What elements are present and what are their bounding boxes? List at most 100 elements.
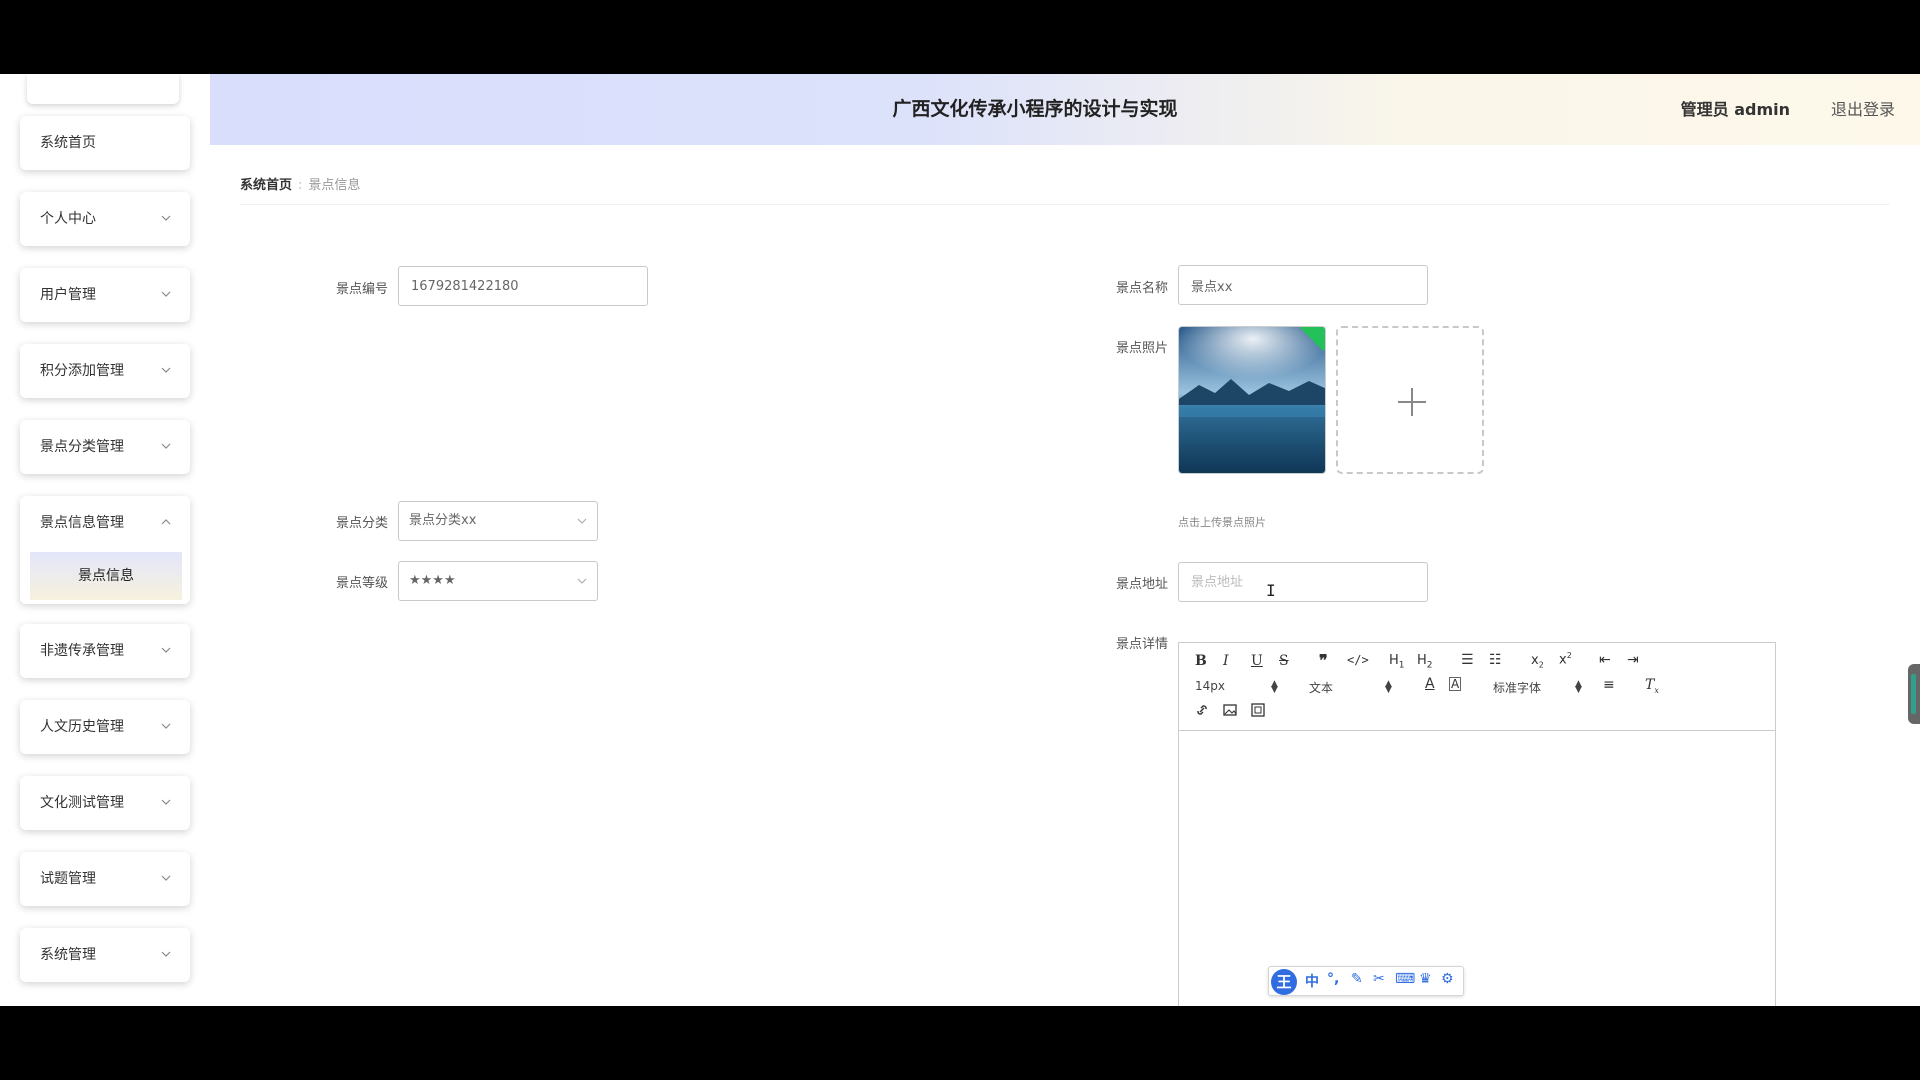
sidebar-item-personal-center[interactable]: 个人中心 — [20, 192, 190, 246]
chevron-down-icon — [161, 291, 171, 297]
strikethrough-icon[interactable]: S — [1279, 653, 1289, 669]
sidebar-item-heritage[interactable]: 非遗传承管理 — [20, 624, 190, 678]
ime-toolbar[interactable]: 王 中 °, ✎ ✂ ⌨ ♛ ⚙ — [1268, 966, 1464, 996]
submenu-item-scenic-info[interactable]: 景点信息 — [30, 552, 182, 600]
background-color-icon[interactable]: A — [1449, 677, 1462, 691]
sidebar-item-label: 景点信息管理 — [40, 515, 124, 531]
heading-1-icon[interactable]: H1 — [1389, 653, 1405, 671]
link-icon[interactable] — [1195, 703, 1209, 717]
sidebar-item-points-management[interactable]: 积分添加管理 — [20, 344, 190, 398]
keyboard-icon[interactable]: ⌨ — [1395, 971, 1415, 987]
scissors-icon[interactable]: ✂ — [1373, 971, 1385, 987]
sidebar-item-label: 景点分类管理 — [40, 439, 124, 455]
text-cursor-icon: I — [1266, 581, 1276, 600]
sidebar: 系统首页 个人中心 用户管理 积分添加管理 景点分类管理 景点信息管理 景点信息… — [0, 74, 210, 1006]
sidebar-item-label: 用户管理 — [40, 287, 96, 303]
sidebar-item-history[interactable]: 人文历史管理 — [20, 700, 190, 754]
blockquote-icon[interactable]: ❞ — [1319, 651, 1328, 670]
align-left-icon[interactable]: ≡ — [1603, 677, 1615, 693]
photo-upload-hint: 点击上传景点照片 — [1178, 516, 1266, 529]
logout-link[interactable]: 退出登录 — [1831, 74, 1895, 145]
lake-photo-image — [1179, 327, 1325, 473]
sidebar-item-label: 个人中心 — [40, 211, 96, 227]
sidebar-item-label: 积分添加管理 — [40, 363, 124, 379]
detail-label: 景点详情 — [1115, 637, 1168, 652]
sidebar-item-scenic-info[interactable]: 景点信息管理 景点信息 — [20, 496, 190, 604]
clear-format-icon[interactable]: Tx — [1645, 677, 1659, 695]
plus-icon-vertical — [1411, 388, 1413, 416]
admin-username: 管理员 admin — [1680, 100, 1790, 119]
font-size-select-arrows: ▲ ▼ — [1271, 679, 1278, 695]
chevron-down-icon — [161, 367, 171, 373]
outdent-icon[interactable]: ⇤ — [1599, 652, 1611, 668]
ime-logo-icon[interactable]: 王 — [1271, 969, 1297, 995]
breadcrumb-current: 景点信息 — [308, 178, 361, 193]
subscript-icon[interactable]: x2 — [1531, 653, 1544, 670]
chevron-down-icon — [161, 215, 171, 221]
sidebar-item-questions[interactable]: 试题管理 — [20, 852, 190, 906]
italic-icon[interactable]: I — [1223, 653, 1229, 669]
sidebar-item-system[interactable]: 系统管理 — [20, 928, 190, 982]
breadcrumb-divider — [240, 204, 1890, 205]
side-drawer-handle[interactable] — [1908, 664, 1920, 724]
superscript-icon[interactable]: x2 — [1559, 651, 1572, 667]
chevron-down-icon — [161, 951, 171, 957]
sidebar-item-scenic-category[interactable]: 景点分类管理 — [20, 420, 190, 474]
sidebar-item-user-management[interactable]: 用户管理 — [20, 268, 190, 322]
photo-label: 景点照片 — [1115, 341, 1168, 356]
skin-icon[interactable]: ♛ — [1419, 971, 1432, 987]
ime-language-toggle[interactable]: 中 — [1305, 971, 1319, 991]
font-family-select-arrows: ▲ ▼ — [1575, 679, 1582, 695]
editor-toolbar: B I U S ❞ </> H1 H2 ☰ ☷ x2 x2 ⇤ ⇥ 14px ▲… — [1179, 643, 1775, 731]
image-icon[interactable] — [1223, 703, 1237, 717]
sidebar-item-label: 系统首页 — [40, 135, 96, 151]
chevron-down-icon — [161, 799, 171, 805]
underline-icon[interactable]: U — [1251, 653, 1263, 669]
chevron-down-icon — [161, 647, 171, 653]
app-window: 系统首页 个人中心 用户管理 积分添加管理 景点分类管理 景点信息管理 景点信息… — [0, 74, 1920, 1006]
address-input[interactable] — [1178, 562, 1428, 602]
sidebar-item-culture-test[interactable]: 文化测试管理 — [20, 776, 190, 830]
chevron-down-icon — [161, 723, 171, 729]
top-header: 广西文化传承小程序的设计与实现 管理员 admin 退出登录 — [210, 74, 1920, 145]
chevron-down-icon — [577, 578, 587, 584]
code-block-icon[interactable]: </> — [1347, 653, 1369, 667]
indent-icon[interactable]: ⇥ — [1627, 652, 1639, 668]
sidebar-item-home[interactable]: 系统首页 — [20, 116, 190, 170]
video-icon[interactable] — [1251, 703, 1265, 717]
breadcrumb: 系统首页: 景点信息 — [240, 174, 360, 193]
page-title: 广西文化传承小程序的设计与实现 — [892, 98, 1178, 120]
level-select-value: ★★★★ — [409, 573, 456, 588]
name-input[interactable] — [1178, 265, 1428, 305]
sidebar-item-label: 人文历史管理 — [40, 719, 124, 735]
chevron-down-icon — [161, 443, 171, 449]
category-label: 景点分类 — [335, 516, 388, 531]
font-size-select[interactable]: 14px — [1195, 679, 1225, 693]
punctuation-icon[interactable]: °, — [1327, 971, 1339, 987]
breadcrumb-separator: : — [298, 178, 303, 193]
breadcrumb-home[interactable]: 系统首页 — [240, 178, 292, 193]
header-format-select[interactable]: 文本 — [1309, 679, 1333, 696]
level-select[interactable]: ★★★★ — [398, 561, 598, 601]
sidebar-item-label: 试题管理 — [40, 871, 96, 887]
heading-2-icon[interactable]: H2 — [1417, 653, 1433, 671]
rich-text-editor: B I U S ❞ </> H1 H2 ☰ ☷ x2 x2 ⇤ ⇥ 14px ▲… — [1178, 642, 1776, 1006]
gear-icon[interactable]: ⚙ — [1441, 971, 1454, 987]
bullet-list-icon[interactable]: ☷ — [1489, 652, 1502, 668]
category-select[interactable]: 景点分类xx — [398, 501, 598, 541]
ordered-list-icon[interactable]: ☰ — [1461, 652, 1474, 668]
font-color-icon[interactable]: A — [1425, 676, 1435, 692]
font-family-select[interactable]: 标准字体 — [1493, 679, 1541, 696]
chevron-down-icon — [161, 875, 171, 881]
bold-icon[interactable]: B — [1195, 653, 1207, 669]
header-format-select-arrows: ▲ ▼ — [1385, 679, 1392, 695]
handwriting-icon[interactable]: ✎ — [1351, 971, 1363, 987]
address-label: 景点地址 — [1115, 577, 1168, 592]
chevron-down-icon — [577, 518, 587, 524]
photo-upload-button[interactable] — [1336, 326, 1484, 474]
code-input[interactable] — [398, 266, 648, 306]
code-label: 景点编号 — [335, 282, 388, 297]
level-label: 景点等级 — [335, 576, 388, 591]
category-select-value: 景点分类xx — [409, 513, 477, 528]
scenic-photo-thumbnail[interactable] — [1178, 326, 1326, 474]
